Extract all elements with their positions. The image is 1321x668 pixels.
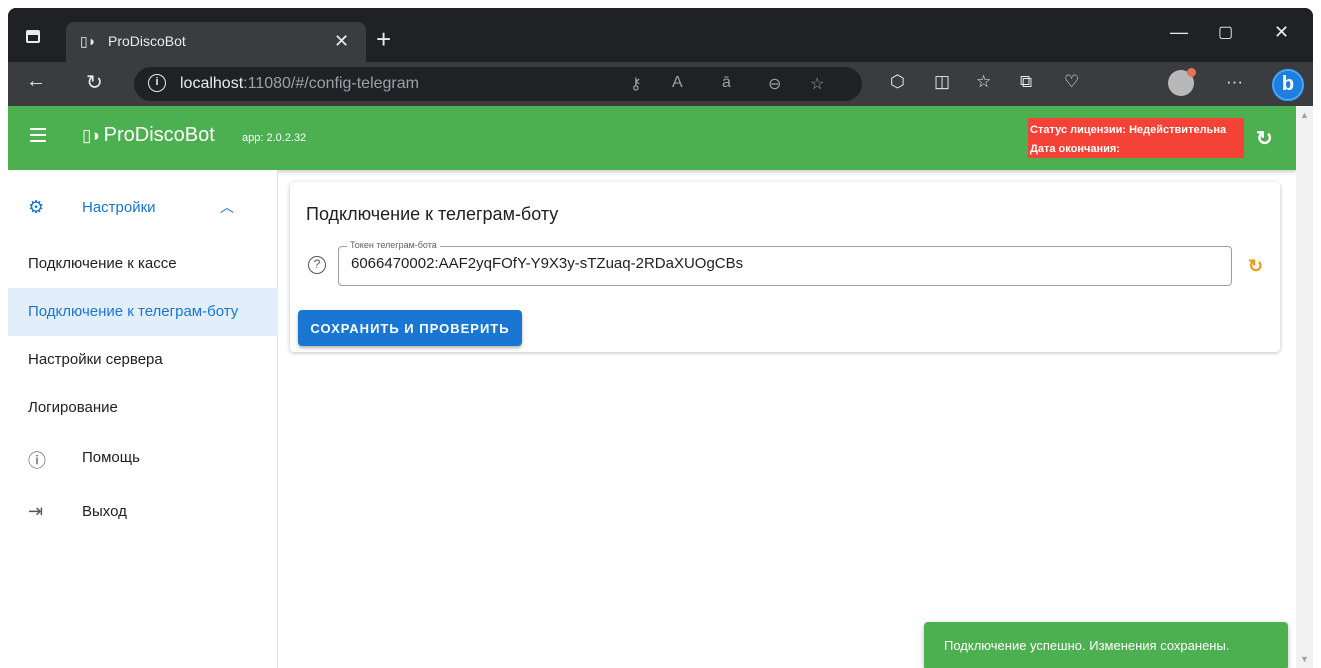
sidebar: ⚙ Настройки ︿ Подключение к кассе Подклю… — [8, 170, 278, 668]
page-scrollbar[interactable]: ▲ ▼ — [1296, 106, 1313, 668]
tab-strip: ▯◗ ProDiscoBot ✕ + — ▢ ✕ — [8, 8, 1313, 62]
brand: ▯◗ ProDiscoBot — [82, 124, 215, 146]
window-icon[interactable] — [26, 30, 40, 43]
translate-icon[interactable]: ā — [722, 74, 731, 92]
sidebar-item-label: Выход — [82, 503, 127, 520]
license-status-text: Статус лицензии: Недействительна — [1030, 124, 1227, 136]
favorites-icon[interactable]: ☆ — [976, 72, 991, 92]
web-page: ▯◗ ProDiscoBot app: 2.0.2.32 Статус лицен… — [8, 106, 1313, 668]
more-icon[interactable]: ··· — [1226, 72, 1243, 92]
browser-essentials-icon[interactable]: ♡ — [1064, 72, 1079, 92]
address-bar[interactable]: i localhost:11080/#/config-telegram ⚷ A … — [134, 67, 862, 101]
extensions-icon[interactable]: ⬡ — [890, 72, 905, 92]
sidebar-item-help[interactable]: ⓘ Помощь — [8, 434, 278, 482]
read-aloud-icon[interactable]: A — [672, 74, 683, 92]
reset-icon[interactable]: ↻ — [1248, 256, 1263, 277]
license-status-badge: Статус лицензии: Недействительна Дата ок… — [1028, 118, 1244, 158]
sidebar-group-settings[interactable]: ⚙ Настройки ︿ — [8, 186, 278, 230]
sidebar-item-logging[interactable]: Логирование — [8, 384, 278, 432]
back-icon[interactable]: ← — [26, 70, 46, 93]
token-field[interactable]: Токен телеграм-бота — [338, 240, 1232, 286]
browser-window: ▯◗ ProDiscoBot ✕ + — ▢ ✕ ← ↻ i localhost… — [8, 8, 1313, 668]
help-icon[interactable]: ? — [308, 256, 326, 274]
collections-icon[interactable]: ⧉ — [1020, 72, 1032, 92]
zoom-out-icon[interactable]: ⊖ — [768, 74, 781, 94]
sidebar-item-logout[interactable]: ⇥ Выход — [8, 488, 278, 536]
scroll-up-icon[interactable]: ▲ — [1300, 110, 1309, 120]
token-field-label: Токен телеграм-бота — [347, 240, 440, 250]
bing-icon[interactable]: b — [1272, 69, 1304, 101]
menu-icon[interactable] — [30, 128, 48, 142]
license-end-text: Дата окончания: — [1030, 143, 1120, 155]
split-screen-icon[interactable]: ◫ — [934, 72, 950, 92]
app-version: app: 2.0.2.32 — [242, 132, 307, 144]
close-tab-icon[interactable]: ✕ — [334, 31, 349, 52]
sidebar-item-cashier[interactable]: Подключение к кассе — [8, 240, 278, 288]
new-tab-icon[interactable]: + — [376, 24, 391, 55]
sidebar-item-telegram[interactable]: Подключение к телеграм-боту — [8, 288, 278, 336]
tab-title: ProDiscoBot — [108, 33, 186, 49]
refresh-license-icon[interactable]: ↻ — [1256, 126, 1273, 151]
key-icon[interactable]: ⚷ — [630, 74, 642, 94]
token-input[interactable] — [351, 255, 1211, 272]
app-bar: ▯◗ ProDiscoBot app: 2.0.2.32 Статус лицен… — [8, 106, 1296, 170]
gear-icon: ⚙ — [28, 197, 45, 217]
info-icon[interactable]: i — [148, 74, 166, 92]
brand-logo-icon: ▯◗ — [82, 126, 102, 145]
card-title: Подключение к телеграм-боту — [306, 204, 559, 224]
help-circle-icon: ⓘ — [28, 451, 46, 471]
success-toast: Подключение успешно. Изменения сохранены… — [924, 622, 1288, 668]
sidebar-item-label: Помощь — [82, 449, 140, 466]
minimize-icon[interactable]: — — [1170, 22, 1188, 43]
browser-tab[interactable]: ▯◗ ProDiscoBot ✕ — [66, 22, 366, 62]
favorite-icon[interactable]: ☆ — [810, 74, 824, 94]
favicon-icon: ▯◗ — [80, 33, 97, 49]
sidebar-item-server[interactable]: Настройки сервера — [8, 336, 278, 384]
telegram-config-card: Подключение к телеграм-боту ? Токен теле… — [290, 182, 1280, 352]
url-text[interactable]: localhost:11080/#/config-telegram — [180, 75, 419, 93]
profile-avatar[interactable] — [1168, 68, 1196, 96]
browser-toolbar: ← ↻ i localhost:11080/#/config-telegram … — [8, 62, 1313, 106]
chevron-up-icon[interactable]: ︿ — [220, 197, 234, 217]
close-window-icon[interactable]: ✕ — [1274, 22, 1289, 43]
sidebar-group-label: Настройки — [82, 199, 156, 216]
scroll-down-icon[interactable]: ▼ — [1300, 654, 1309, 664]
maximize-icon[interactable]: ▢ — [1218, 22, 1233, 42]
logout-icon: ⇥ — [28, 501, 44, 521]
save-and-check-button[interactable]: СОХРАНИТЬ И ПРОВЕРИТЬ — [298, 310, 522, 346]
reload-icon[interactable]: ↻ — [86, 70, 103, 95]
